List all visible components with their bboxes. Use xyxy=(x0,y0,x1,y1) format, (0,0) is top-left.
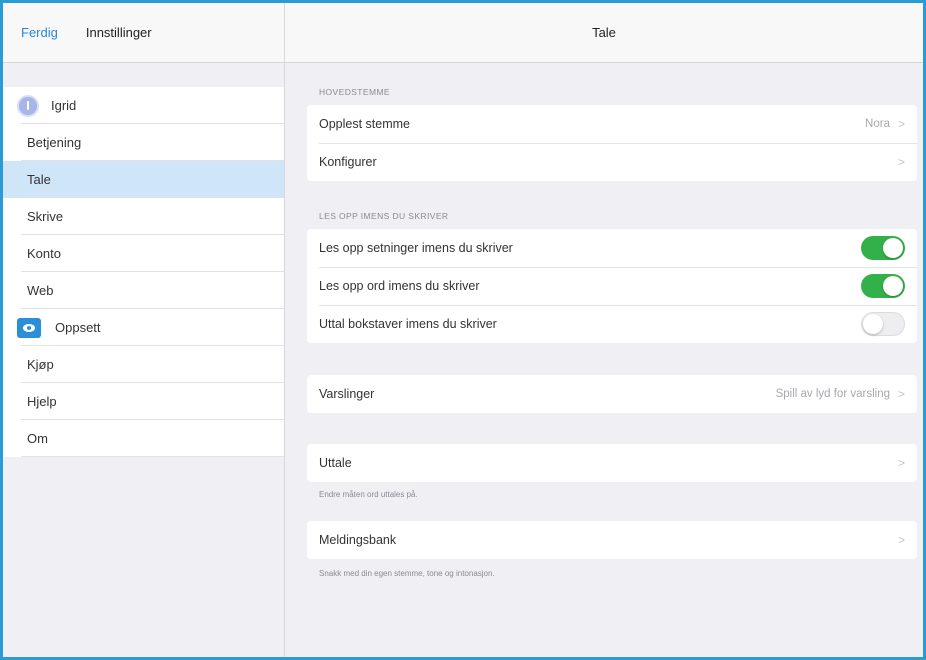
sidebar-list: Igrid Betjening Tale Skrive Konto Web Op… xyxy=(3,87,284,457)
eye-icon xyxy=(17,317,41,338)
chevron-right-icon: > xyxy=(897,456,905,470)
row-label: Les opp setninger imens du skriver xyxy=(319,241,513,255)
sidebar-item-skrive[interactable]: Skrive xyxy=(3,198,284,235)
row-label: Varslinger xyxy=(319,387,375,401)
sidebar-header: Ferdig Innstillinger xyxy=(3,3,284,63)
read-while-typing-group: Les opp setninger imens du skriver Les o… xyxy=(307,229,917,343)
pronounce-letters-row: Uttal bokstaver imens du skriver xyxy=(307,305,917,343)
sidebar-item-tale[interactable]: Tale xyxy=(3,161,284,198)
pronounce-letters-toggle[interactable] xyxy=(861,312,905,336)
sidebar-item-kjop[interactable]: Kjøp xyxy=(3,346,284,383)
settings-sidebar: Ferdig Innstillinger Igrid Betjening Tal… xyxy=(3,3,285,657)
chevron-right-icon: > xyxy=(897,117,905,131)
read-words-toggle[interactable] xyxy=(861,274,905,298)
chevron-right-icon: > xyxy=(897,387,905,401)
message-bank-row[interactable]: Meldingsbank > xyxy=(307,521,917,559)
message-bank-footnote: Snakk med din egen stemme, tone og inton… xyxy=(319,569,495,578)
sidebar-item-om[interactable]: Om xyxy=(3,420,284,457)
notifications-group: Varslinger Spill av lyd for varsling > xyxy=(307,375,917,413)
sidebar-item-label: Konto xyxy=(27,246,61,261)
row-label: Konfigurer xyxy=(319,155,377,169)
message-bank-group: Meldingsbank > xyxy=(307,521,917,559)
read-sentences-row: Les opp setninger imens du skriver xyxy=(307,229,917,267)
page-title: Tale xyxy=(285,3,923,63)
row-label: Opplest stemme xyxy=(319,117,411,131)
row-label: Les opp ord imens du skriver xyxy=(319,279,480,293)
sidebar-item-label: Om xyxy=(27,431,48,446)
sidebar-item-konto[interactable]: Konto xyxy=(3,235,284,272)
pronunciation-group: Uttale > xyxy=(307,444,917,482)
main-voice-group: Opplest stemme Nora > Konfigurer > xyxy=(307,105,917,181)
read-sentences-toggle[interactable] xyxy=(861,236,905,260)
done-button[interactable]: Ferdig xyxy=(21,25,58,40)
section-header-read-while-typing: LES OPP IMENS DU SKRIVER xyxy=(319,211,449,221)
chevron-right-icon: > xyxy=(897,533,905,547)
user-avatar-icon xyxy=(17,94,39,117)
read-words-row: Les opp ord imens du skriver xyxy=(307,267,917,305)
configure-row[interactable]: Konfigurer > xyxy=(307,143,917,181)
sidebar-item-label: Kjøp xyxy=(27,357,54,372)
sidebar-item-oppsett[interactable]: Oppsett xyxy=(3,309,284,346)
sidebar-item-label: Web xyxy=(27,283,54,298)
sidebar-item-label: Oppsett xyxy=(55,320,101,335)
pronunciation-footnote: Endre måten ord uttales på. xyxy=(319,490,418,499)
notifications-row[interactable]: Varslinger Spill av lyd for varsling > xyxy=(307,375,917,413)
row-label: Meldingsbank xyxy=(319,533,397,547)
row-value: Nora xyxy=(865,118,890,130)
chevron-right-icon: > xyxy=(897,155,905,169)
sidebar-item-label: Igrid xyxy=(51,98,77,113)
sidebar-title: Innstillinger xyxy=(85,25,152,40)
sidebar-item-igrid[interactable]: Igrid xyxy=(3,87,284,124)
row-label: Uttale xyxy=(319,456,352,470)
sidebar-item-betjening[interactable]: Betjening xyxy=(3,124,284,161)
speech-settings-panel: Tale HOVEDSTEMME Opplest stemme Nora > K… xyxy=(285,3,923,657)
spoken-voice-row[interactable]: Opplest stemme Nora > xyxy=(307,105,917,143)
pronunciation-row[interactable]: Uttale > xyxy=(307,444,917,482)
sidebar-item-web[interactable]: Web xyxy=(3,272,284,309)
section-header-main-voice: HOVEDSTEMME xyxy=(319,87,390,97)
sidebar-item-hjelp[interactable]: Hjelp xyxy=(3,383,284,420)
sidebar-item-label: Skrive xyxy=(27,209,64,224)
row-value: Spill av lyd for varsling xyxy=(775,388,890,400)
row-label: Uttal bokstaver imens du skriver xyxy=(319,317,497,331)
app-window: Ferdig Innstillinger Igrid Betjening Tal… xyxy=(0,0,926,660)
sidebar-item-label: Hjelp xyxy=(27,394,57,409)
sidebar-item-label: Betjening xyxy=(27,135,82,150)
sidebar-item-label: Tale xyxy=(27,172,51,187)
